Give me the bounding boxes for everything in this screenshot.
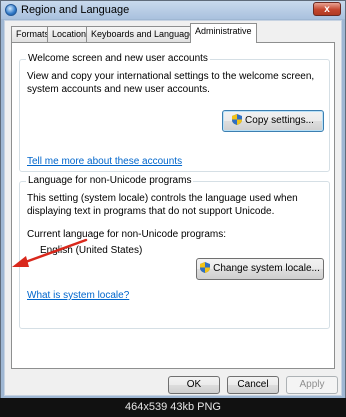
cancel-button[interactable]: Cancel: [227, 376, 279, 394]
region-language-window: Region and Language x Formats Location K…: [0, 0, 346, 400]
change-system-locale-button[interactable]: Change system locale...: [196, 258, 324, 280]
welcome-description: View and copy your international setting…: [27, 71, 315, 95]
tab-keyboards-and-languages[interactable]: Keyboards and Languages: [86, 26, 204, 42]
image-caption: 464x539 43kb PNG: [0, 398, 346, 417]
uac-shield-icon: [200, 262, 211, 273]
current-language-value: English (United States): [40, 245, 143, 256]
welcome-group-label: Welcome screen and new user accounts: [26, 53, 210, 64]
uac-shield-icon: [232, 114, 243, 125]
window-title: Region and Language: [21, 4, 130, 16]
title-bar: Region and Language x: [1, 1, 345, 19]
change-system-locale-label: Change system locale...: [213, 263, 320, 274]
welcome-screen-group: Welcome screen and new user accounts Vie…: [19, 53, 330, 172]
tab-location[interactable]: Location: [47, 26, 92, 42]
ok-button[interactable]: OK: [168, 376, 220, 394]
tab-administrative[interactable]: Administrative: [190, 23, 257, 43]
non-unicode-group: Language for non-Unicode programs This s…: [19, 175, 330, 329]
system-locale-help-link[interactable]: What is system locale?: [27, 290, 129, 301]
apply-button[interactable]: Apply: [286, 376, 338, 394]
dialog-client-area: Formats Location Keyboards and Languages…: [4, 20, 342, 396]
non-unicode-description: This setting (system locale) controls th…: [27, 193, 298, 217]
administrative-tab-panel: Welcome screen and new user accounts Vie…: [11, 42, 335, 369]
close-icon: x: [324, 4, 330, 15]
current-language-label: Current language for non-Unicode program…: [27, 229, 226, 240]
close-button[interactable]: x: [313, 2, 341, 16]
globe-icon: [5, 4, 17, 16]
copy-settings-label: Copy settings...: [245, 115, 314, 126]
accounts-help-link[interactable]: Tell me more about these accounts: [27, 156, 182, 167]
non-unicode-group-label: Language for non-Unicode programs: [26, 175, 194, 186]
copy-settings-button[interactable]: Copy settings...: [222, 110, 324, 132]
